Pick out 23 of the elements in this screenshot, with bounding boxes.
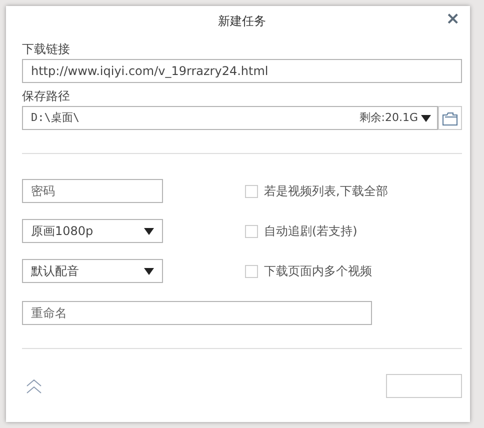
folder-button[interactable] <box>438 106 462 130</box>
checkbox[interactable] <box>245 264 258 278</box>
collapse-icon[interactable] <box>26 378 42 394</box>
checkbox-label: 下载页面内多个视频 <box>264 263 372 280</box>
field-label: 下载链接 <box>22 42 71 56</box>
dropdown-icon <box>144 228 154 234</box>
url-field[interactable]: http://www.iqiyi.com/v_19rrazry24.html <box>22 59 462 83</box>
checkbox[interactable] <box>245 224 258 238</box>
password-field[interactable]: 密码 <box>22 179 163 203</box>
path-field[interactable]: D:\桌面\ 剩余:20.1G <box>22 106 438 130</box>
field-label: 保存路径 <box>22 89 71 103</box>
checkbox[interactable] <box>245 184 258 198</box>
checkbox-label: 自动追剧(若支持) <box>264 223 358 240</box>
rename-field[interactable]: 重命名 <box>22 301 372 325</box>
dropdown[interactable]: 默认配音 <box>22 259 163 283</box>
dropdown[interactable]: 原画1080p <box>22 219 163 243</box>
dropdown-icon <box>421 114 431 122</box>
dropdown-icon <box>144 268 154 274</box>
folder-icon <box>442 110 458 126</box>
close-button[interactable]: × <box>444 11 462 28</box>
action-button[interactable] <box>386 374 462 398</box>
dialog-title: 新建任务 <box>218 13 266 30</box>
checkbox-label: 若是视频列表,下载全部 <box>264 183 388 200</box>
